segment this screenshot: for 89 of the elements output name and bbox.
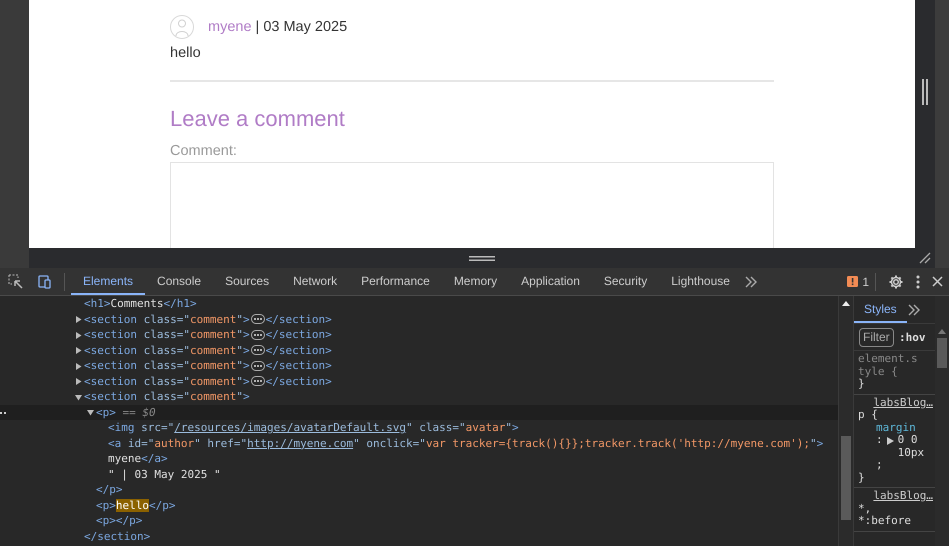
code-line: <section class="comment"> </section> <box>84 359 332 372</box>
panel-tab[interactable]: Application <box>509 268 592 295</box>
styles-tab[interactable]: Styles <box>854 296 907 323</box>
code-line: <img src="/resources/images/avatarDefault.svg" class="avatar"> <box>108 421 519 434</box>
panel-tab[interactable]: Sources <box>213 268 282 295</box>
tree-row[interactable]: myene</a> <box>0 451 838 466</box>
code-line: <section class="comment"> </section> <box>84 328 332 342</box>
hover-state-button[interactable]: :hov <box>894 330 926 344</box>
semicolon: ; <box>875 459 883 472</box>
closing-brace: } <box>858 472 866 484</box>
panel-tab[interactable]: Performance <box>349 268 442 295</box>
closing-brace: } <box>858 378 865 390</box>
tree-row[interactable]: <section class="comment"> </section> <box>0 342 838 358</box>
panel-tab[interactable]: Network <box>281 268 350 295</box>
tree-row[interactable]: <section class="comment"> <box>0 389 838 404</box>
scrollbar-thumb[interactable] <box>841 436 851 520</box>
caret-icon[interactable] <box>75 347 82 354</box>
css-selector: element.style { <box>858 353 918 378</box>
ellipsis-icon[interactable] <box>250 345 265 356</box>
colon: : <box>876 434 883 446</box>
close-icon[interactable] <box>932 276 943 287</box>
code-line: <p> == $0 <box>96 406 156 419</box>
field-label: Comment: <box>170 142 238 160</box>
tree-row[interactable]: <h1>Comments</h1> <box>0 296 838 312</box>
tree-row[interactable]: <section class="comment"> </section> <box>0 312 838 327</box>
code-line: " | 03 May 2025 " <box>108 468 221 481</box>
tree-row[interactable]: <p></p> <box>0 513 838 528</box>
more-tabs-icon[interactable] <box>906 304 921 316</box>
panel-tab[interactable]: Security <box>592 268 660 295</box>
ellipsis-icon[interactable] <box>250 360 265 371</box>
caret-icon[interactable] <box>87 409 94 416</box>
code-line: <section class="comment"> </section> <box>84 374 332 388</box>
more-tabs-icon[interactable] <box>744 276 758 288</box>
resize-handle-icon[interactable] <box>922 79 928 105</box>
code-line: <p>hello</p> <box>96 498 176 512</box>
code-line: </p> <box>96 483 122 496</box>
tree-row[interactable]: <a id="author" href="http://myene.com" onclick="var tracker={track(){}};tracker.track('http://myene.com');"> <box>0 436 838 451</box>
tree-row[interactable]: <p> == $0 <box>0 404 838 420</box>
tree-row[interactable]: <section class="comment"> </section> <box>0 327 838 342</box>
caret-icon[interactable] <box>75 362 82 370</box>
panel-tab[interactable]: Lighthouse <box>659 268 742 295</box>
device-toggle-icon[interactable] <box>36 274 52 290</box>
property-name: margin <box>875 422 917 434</box>
comment-text: hello <box>170 44 202 63</box>
source-link[interactable]: labsBlog… <box>858 490 933 502</box>
inspect-icon[interactable] <box>8 274 24 290</box>
scrollbar-thumb[interactable] <box>937 338 947 368</box>
tree-row[interactable]: <section class="comment"> </section> <box>0 358 838 374</box>
code-line: myene</a> <box>108 452 168 466</box>
code-line: <p></p> <box>96 514 142 528</box>
caret-icon[interactable] <box>75 316 82 324</box>
code-line: </section> <box>84 530 150 543</box>
css-selector: *, <box>858 502 872 515</box>
panel-tab[interactable]: Memory <box>442 268 510 295</box>
tree-row[interactable]: <section class="comment"> </section> <box>0 374 838 389</box>
filter-field[interactable]: Filter <box>859 328 894 346</box>
comment-date: | 03 May 2025 <box>256 19 348 35</box>
more-options-icon[interactable] <box>916 274 920 288</box>
property-value: 0 0 10px <box>898 434 924 459</box>
css-selector: *:before <box>858 515 912 528</box>
avatar-icon <box>170 15 194 39</box>
warning-icon[interactable] <box>847 276 858 287</box>
ellipsis-icon[interactable] <box>250 330 265 340</box>
tree-row[interactable]: <p>hello</p> <box>0 498 838 513</box>
caret-icon[interactable] <box>75 378 82 386</box>
expand-arrow-icon[interactable] <box>886 437 894 445</box>
ellipsis-icon[interactable] <box>250 376 265 386</box>
source-link[interactable]: labsBlog… <box>858 396 933 409</box>
code-line: <section class="comment"> <box>84 390 250 404</box>
caret-icon[interactable] <box>75 332 82 339</box>
panel-tab[interactable]: Elements <box>71 268 146 295</box>
tree-row[interactable]: " | 03 May 2025 " <box>0 466 838 482</box>
tree-row[interactable]: </section> <box>0 528 838 544</box>
code-line: <section class="comment"> </section> <box>84 344 332 357</box>
tree-row[interactable]: </p> <box>0 482 838 498</box>
warning-count[interactable]: 1 <box>862 274 869 288</box>
code-line: <h1>Comments</h1> <box>84 297 197 310</box>
caret-icon[interactable] <box>75 394 82 401</box>
panel-tab[interactable]: Console <box>145 268 214 295</box>
settings-icon[interactable] <box>888 274 904 290</box>
code-line: <a id="author" href="http://myene.com" onclick="var tracker={track(){}};tracker.track('http://myene.com');"> <box>108 436 824 450</box>
ellipsis-icon[interactable] <box>250 314 265 324</box>
css-selector: p { <box>858 409 878 422</box>
resize-corner-icon[interactable] <box>919 252 931 264</box>
scroll-up-icon[interactable] <box>842 301 850 306</box>
section-heading: Leave a comment <box>170 105 346 133</box>
resize-handle-icon[interactable] <box>469 256 495 260</box>
code-line: <section class="comment"> </section> <box>84 312 332 326</box>
tree-row[interactable]: <img src="/resources/images/avatarDefault.svg" class="avatar"> <box>0 420 838 436</box>
